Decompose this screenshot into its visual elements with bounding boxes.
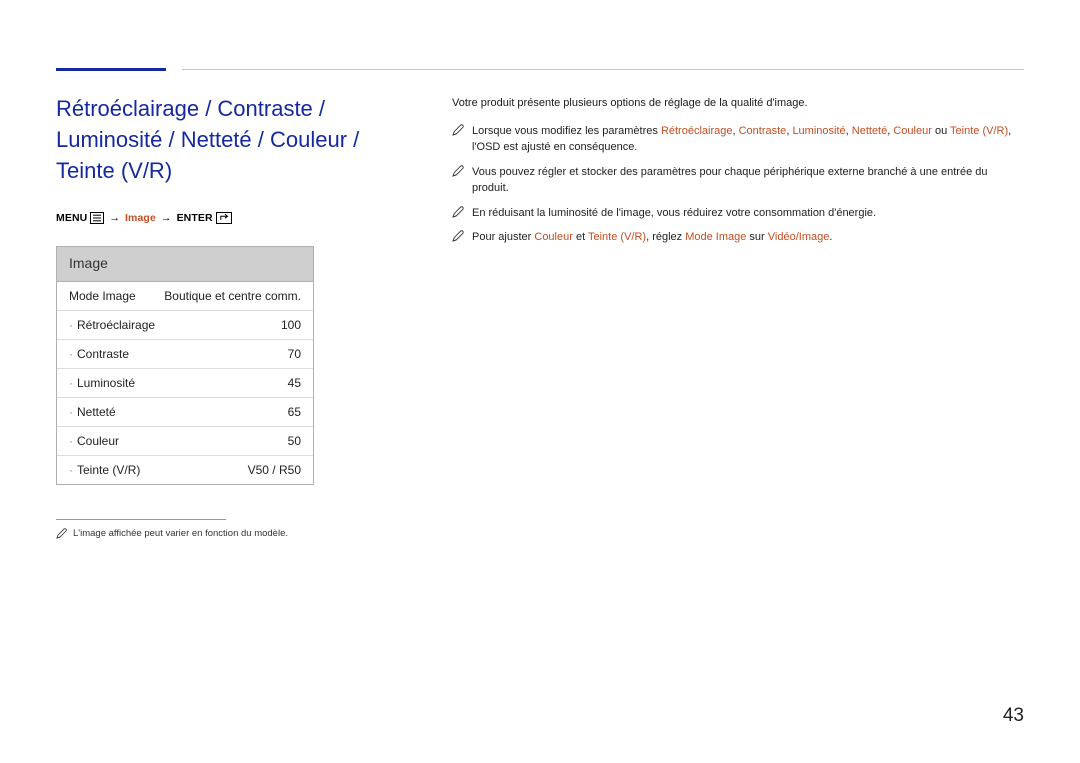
note-item: Vous pouvez régler et stocker des paramè…: [452, 164, 1024, 197]
osd-row-value: 65: [288, 405, 301, 419]
osd-row-label: ·Teinte (V/R): [69, 463, 140, 477]
right-column: Votre produit présente plusieurs options…: [452, 96, 1024, 254]
osd-row-value: 70: [288, 347, 301, 361]
osd-row-value: V50 / R50: [248, 463, 301, 477]
pencil-note-icon: [452, 165, 464, 177]
osd-row: ·Teinte (V/R) V50 / R50: [57, 456, 313, 484]
menu-icon: [90, 212, 104, 224]
arrow-icon: →: [107, 212, 122, 224]
section-title: Rétroéclairage / Contraste / Luminosité …: [56, 94, 386, 186]
osd-row-value: 50: [288, 434, 301, 448]
footnote: L'image affichée peut varier en fonction…: [56, 528, 386, 539]
osd-panel: Image Mode Image Boutique et centre comm…: [56, 246, 314, 485]
breadcrumb-image: Image: [125, 212, 156, 224]
note-text: Lorsque vous modifiez les paramètres Rét…: [472, 123, 1024, 156]
osd-row-label: ·Rétroéclairage: [69, 318, 155, 332]
osd-row-value: 100: [281, 318, 301, 332]
note-item: Pour ajuster Couleur et Teinte (V/R), ré…: [452, 229, 1024, 246]
osd-mode-label: Mode Image: [69, 289, 136, 303]
top-divider: [182, 69, 1024, 70]
osd-row: ·Contraste 70: [57, 340, 313, 369]
pencil-note-icon: [56, 528, 67, 539]
osd-row: ·Couleur 50: [57, 427, 313, 456]
osd-row-label: ·Netteté: [69, 405, 116, 419]
osd-row-label: ·Luminosité: [69, 376, 135, 390]
osd-row-label: ·Contraste: [69, 347, 129, 361]
osd-panel-title: Image: [69, 255, 301, 271]
footnote-rule: [56, 519, 226, 520]
intro-text: Votre produit présente plusieurs options…: [452, 96, 1024, 111]
footnote-text: L'image affichée peut varier en fonction…: [73, 528, 288, 539]
pencil-note-icon: [452, 206, 464, 218]
osd-mode-row: Mode Image Boutique et centre comm.: [57, 282, 313, 311]
osd-panel-titlebar: Image: [57, 247, 313, 282]
note-item: En réduisant la luminosité de l'image, v…: [452, 205, 1024, 222]
page-number: 43: [1003, 705, 1024, 727]
pencil-note-icon: [452, 230, 464, 242]
enter-icon: [216, 212, 232, 224]
osd-row: ·Luminosité 45: [57, 369, 313, 398]
osd-mode-value: Boutique et centre comm.: [164, 289, 301, 303]
breadcrumb-menu: MENU: [56, 212, 87, 224]
breadcrumb-enter: ENTER: [177, 212, 213, 224]
top-divider-accent: [56, 68, 166, 71]
osd-row-value: 45: [288, 376, 301, 390]
osd-row: ·Netteté 65: [57, 398, 313, 427]
note-text: En réduisant la luminosité de l'image, v…: [472, 205, 876, 222]
osd-row: ·Rétroéclairage 100: [57, 311, 313, 340]
menu-path-breadcrumb: MENU → Image → ENTER: [56, 212, 386, 224]
page: Rétroéclairage / Contraste / Luminosité …: [0, 0, 1080, 763]
note-item: Lorsque vous modifiez les paramètres Rét…: [452, 123, 1024, 156]
osd-row-label: ·Couleur: [69, 434, 119, 448]
pencil-note-icon: [452, 124, 464, 136]
arrow-icon: →: [159, 212, 174, 224]
note-text: Pour ajuster Couleur et Teinte (V/R), ré…: [472, 229, 832, 246]
note-text: Vous pouvez régler et stocker des paramè…: [472, 164, 1024, 197]
left-column: Rétroéclairage / Contraste / Luminosité …: [56, 94, 386, 539]
